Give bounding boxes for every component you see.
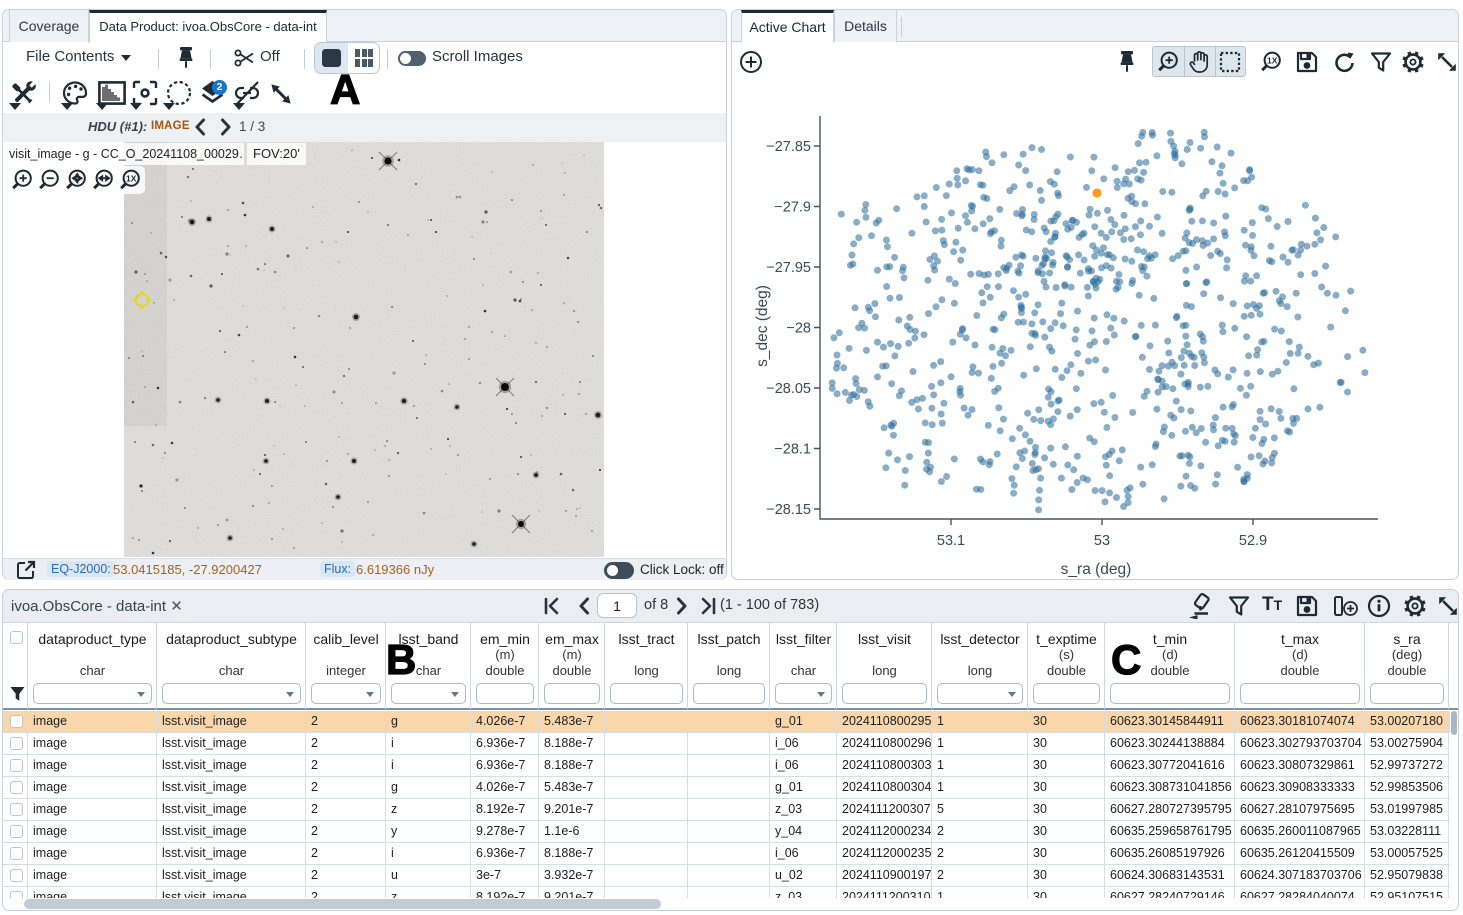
- svg-text:53.1: 53.1: [937, 533, 965, 549]
- svg-text:s_dec (deg): s_dec (deg): [754, 285, 771, 367]
- svg-text:−27.85: −27.85: [766, 139, 811, 155]
- svg-text:−28: −28: [786, 321, 811, 337]
- svg-text:1X: 1X: [1267, 55, 1278, 65]
- svg-text:52.9: 52.9: [1239, 533, 1267, 549]
- svg-text:s_ra (deg): s_ra (deg): [1061, 561, 1132, 578]
- svg-text:53: 53: [1094, 533, 1110, 549]
- svg-text:−28.1: −28.1: [774, 442, 811, 458]
- svg-text:1X: 1X: [126, 173, 137, 183]
- svg-text:−27.9: −27.9: [774, 200, 811, 216]
- svg-text:−27.95: −27.95: [766, 260, 811, 276]
- svg-text:−28.15: −28.15: [766, 502, 811, 518]
- svg-text:−28.05: −28.05: [766, 381, 811, 397]
